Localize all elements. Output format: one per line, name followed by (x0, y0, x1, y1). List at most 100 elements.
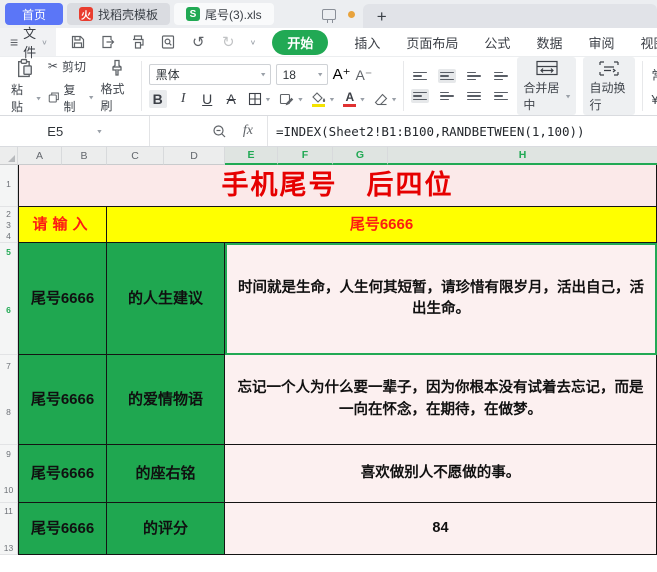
italic-button[interactable]: I (176, 92, 191, 106)
wrap-text-button[interactable]: 自动换行 (583, 57, 635, 115)
cut-copy-column: ✂ 剪切 复制 ▾ (48, 58, 94, 115)
category-cell[interactable]: 的座右铭 (107, 445, 225, 503)
tab-docer[interactable]: 火 找稻壳模板 (67, 3, 170, 25)
ribbon-tab-home[interactable]: 开始 (272, 30, 328, 55)
wrap-text-label: 自动换行 (589, 79, 629, 113)
ribbon-tab-page-layout[interactable]: 页面布局 (406, 33, 458, 52)
strikethrough-button[interactable]: A (224, 92, 239, 106)
file-menu-label: 文件 (23, 23, 36, 61)
column-header-b[interactable]: B (62, 147, 107, 165)
merge-center-label: 合并居中 (523, 79, 562, 113)
underline-button[interactable]: U (200, 92, 215, 106)
customize-toolbar-chevron-icon[interactable]: ∨ (250, 38, 257, 47)
print-icon[interactable] (130, 34, 147, 51)
undo-icon[interactable]: ↺ (190, 34, 207, 51)
align-middle-icon[interactable] (438, 69, 456, 83)
borders-button[interactable]: ▾ (248, 92, 271, 106)
font-color-button[interactable]: A ▾ (343, 91, 365, 107)
row-header-11-13[interactable]: 11 13 (0, 503, 18, 555)
row-header-2-4[interactable]: 2 3 4 (0, 207, 18, 243)
font-size-value: 18 (283, 68, 296, 82)
wrap-text-icon (598, 60, 620, 77)
tab-document[interactable]: S 尾号(3).xls (174, 3, 274, 25)
formula-input[interactable]: =INDEX(Sheet2!B1:B100,RANDBETWEEN(1,100)… (268, 116, 657, 146)
name-box[interactable]: E5 ▾ (0, 116, 150, 146)
decrease-font-button[interactable]: A⁻ (356, 68, 373, 82)
column-header-f[interactable]: F (278, 147, 333, 165)
print-preview-icon[interactable] (160, 34, 177, 51)
increase-indent-icon[interactable] (492, 69, 510, 83)
column-header-e[interactable]: E (225, 147, 278, 165)
new-tab-button[interactable]: + (363, 8, 401, 25)
font-group: 黑体 ▾ 18 ▾ A⁺ A⁻ B I U A ▾ (142, 61, 405, 111)
ribbon-tab-insert[interactable]: 插入 (354, 33, 380, 52)
save-icon[interactable] (70, 34, 87, 51)
tail-cell[interactable]: 尾号6666 (18, 503, 107, 555)
content-cell-selected[interactable]: 时间就是生命，人生何其短暂，请珍惜有限岁月，活出自己，活出生命。 (225, 243, 657, 355)
cell-style-button[interactable]: ▾ (279, 92, 303, 106)
insert-function-icon[interactable]: fx (243, 123, 253, 139)
number-format-partial-label[interactable]: 常 (651, 65, 657, 84)
redo-icon[interactable]: ↻ (220, 34, 237, 51)
cell-reference: E5 (47, 124, 63, 139)
fill-color-button[interactable]: ▾ (312, 92, 335, 107)
font-name-select[interactable]: 黑体 ▾ (149, 64, 271, 85)
align-center-icon[interactable] (438, 89, 456, 103)
copy-button[interactable]: 复制 ▾ (48, 81, 94, 115)
file-menu-button[interactable]: ≡ 文件 ∨ (0, 28, 56, 56)
magnifier-icon[interactable] (212, 124, 227, 139)
row-header-1[interactable]: 1 (0, 165, 18, 207)
column-header-h[interactable]: H (388, 147, 657, 165)
copy-icon (48, 91, 60, 104)
content-cell[interactable]: 84 (225, 503, 657, 555)
column-header-a[interactable]: A (18, 147, 62, 165)
format-painter-button[interactable]: 格式刷 (100, 58, 133, 114)
column-header-d[interactable]: D (164, 147, 225, 165)
bold-button[interactable]: B (149, 90, 167, 108)
brush-icon (108, 58, 126, 78)
tab-home[interactable]: 首页 (5, 3, 63, 25)
monitor-icon[interactable] (322, 9, 336, 20)
clear-format-button[interactable]: ▾ (374, 93, 397, 106)
cut-button[interactable]: ✂ 剪切 (48, 58, 94, 75)
docer-flame-icon: 火 (79, 7, 93, 21)
tail-cell[interactable]: 尾号6666 (18, 355, 107, 445)
column-header-c[interactable]: C (107, 147, 164, 165)
merge-center-button[interactable]: 合并居中▾ (517, 57, 576, 115)
tail-cell[interactable]: 尾号6666 (18, 445, 107, 503)
ribbon-tab-review[interactable]: 审阅 (588, 33, 614, 52)
currency-partial-icon[interactable]: ¥ (651, 92, 657, 107)
row-header-9-10[interactable]: 9 10 (0, 445, 18, 503)
paste-button[interactable]: 粘贴▾ (11, 57, 41, 115)
ribbon-tab-view[interactable]: 视图 (640, 33, 657, 52)
category-cell[interactable]: 的评分 (107, 503, 225, 555)
align-justify-icon[interactable] (465, 89, 483, 103)
distributed-align-icon[interactable] (492, 89, 510, 103)
font-size-select[interactable]: 18 ▾ (276, 64, 328, 85)
input-value-cell[interactable]: 尾号6666 (107, 207, 657, 243)
increase-font-button[interactable]: A⁺ (333, 67, 351, 82)
ribbon-tab-formulas[interactable]: 公式 (484, 33, 510, 52)
category-cell[interactable]: 的人生建议 (107, 243, 225, 355)
column-header-g[interactable]: G (333, 147, 388, 165)
decrease-indent-icon[interactable] (465, 69, 483, 83)
select-all-corner[interactable] (0, 147, 18, 165)
ribbon-tab-data[interactable]: 数据 (536, 33, 562, 52)
content-cell[interactable]: 忘记一个人为什么要一辈子，因为你根本没有试着去忘记，而是一向在怀念，在期待，在做… (225, 355, 657, 445)
export-icon[interactable] (100, 34, 117, 51)
content-cell[interactable]: 喜欢做别人不愿做的事。 (225, 445, 657, 503)
caret-down-icon: ▾ (392, 95, 397, 104)
number-format-group-partial: 常 ¥ (643, 61, 657, 111)
tab-docer-label: 找稻壳模板 (98, 6, 158, 23)
format-painter-label: 格式刷 (100, 80, 133, 114)
eraser-icon (374, 93, 388, 106)
category-cell[interactable]: 的爱情物语 (107, 355, 225, 445)
row-header-5-6[interactable]: 5 6 (0, 243, 18, 355)
title-cell[interactable]: 手机尾号 后四位 (18, 165, 657, 207)
tail-cell[interactable]: 尾号6666 (18, 243, 107, 355)
row-header-7-8[interactable]: 7 8 (0, 355, 18, 445)
cut-label: 剪切 (62, 58, 86, 75)
align-top-icon[interactable] (411, 69, 429, 83)
align-left-icon[interactable] (411, 89, 429, 103)
input-label-cell[interactable]: 请输入 (18, 207, 107, 243)
